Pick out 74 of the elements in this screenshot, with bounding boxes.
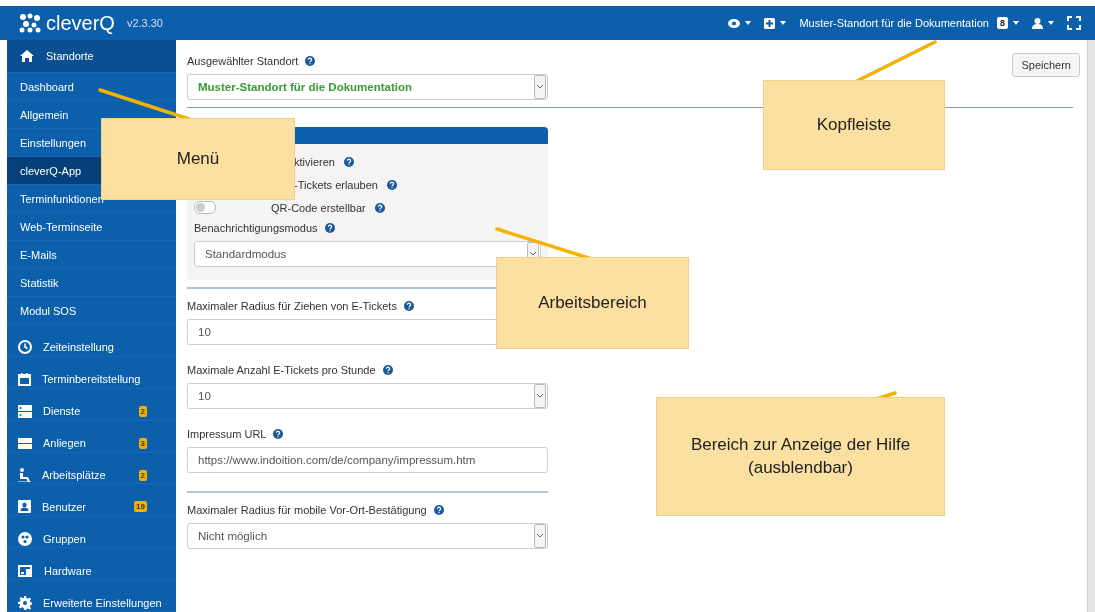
chevron-icon [534,75,546,99]
wheelchair-icon [18,468,31,482]
caret-icon[interactable] [745,21,752,25]
chevron-icon [534,524,546,548]
caret-icon[interactable] [1013,21,1019,25]
callout-tooltip: Bereich zur Anzeige der Hilfe (ausblendbar) [656,397,945,516]
sidebar-item[interactable]: Dienste 2 [7,388,176,421]
sidebar-item[interactable]: Statistik [7,269,176,297]
callout-tooltip: Arbeitsbereich [496,257,689,349]
caret-icon[interactable] [1048,21,1054,25]
help-icon[interactable] [343,156,354,167]
toggle-switch[interactable] [194,201,216,214]
toggle-label: -Tickets erlauben [294,178,378,191]
sidebar-item[interactable]: Modul SOS [7,297,176,325]
server-icon [18,404,32,418]
field-label: Maximaler Radius für Ziehen von E-Tickets [187,300,397,312]
toggle-label: ktivieren [294,155,335,168]
app-name: cleverQ [46,11,115,35]
field-label: Benachrichtigungsmodus [194,222,318,234]
count-badge: 3 [138,437,147,449]
version-label: v2.3.30 [126,17,163,29]
caret-icon[interactable] [780,21,787,25]
help-icon[interactable] [403,301,414,311]
scrollbar[interactable] [1087,40,1095,612]
plus-icon[interactable] [764,17,776,29]
save-button[interactable]: Speichern [1012,53,1080,77]
sidebar-item[interactable]: Anliegen 3 [7,420,176,453]
help-icon[interactable] [374,202,385,213]
list-icon [18,437,32,449]
select-field[interactable]: Nicht möglich [187,523,548,549]
chevron-icon [534,384,546,408]
help-icon[interactable] [273,429,284,439]
sidebar-item[interactable]: Dashboard [7,73,176,101]
help-icon[interactable] [305,56,316,66]
callout-tooltip: Kopfleiste [763,80,945,170]
sidebar-item[interactable]: E-Mails [7,241,176,269]
clock-icon [18,340,32,355]
sidebar-item[interactable]: Standorte [7,40,176,73]
sidebar-item[interactable]: Gruppen [7,516,176,549]
count-badge: 2 [138,469,147,481]
sidebar-item[interactable]: Terminbereitstellung [7,356,176,389]
sidebar-item[interactable]: Hardware [7,548,176,581]
callout-tooltip: Menü [101,118,295,200]
field-label: Impressum URL [187,428,267,440]
sidebar-item[interactable]: Zeiteinstellung [7,325,176,357]
mode-select[interactable]: Standardmodus [194,241,541,267]
input-field[interactable]: https://www.indoition.com/de/company/impressum.htm [187,447,548,473]
help-icon[interactable] [386,179,397,190]
field-label: Ausgewählter Standort [187,55,299,67]
location-link[interactable]: Muster-Standort für die Dokumentation [799,17,989,29]
home-icon [20,50,34,62]
group-icon [18,531,32,546]
select-field[interactable]: 10 [187,383,548,409]
field-label: Maximaler Radius für mobile Vor-Ort-Bestätigung [187,504,427,516]
help-icon[interactable] [382,365,393,375]
user-icon[interactable] [1032,17,1043,29]
eye-icon[interactable] [728,18,741,28]
notification-badge[interactable]: 8 [997,17,1008,29]
count-badge: 19 [134,501,147,513]
field-label: Maximale Anzahl E-Tickets pro Stunde [187,364,376,376]
sidebar-item[interactable]: Benutzer 19 [7,484,176,517]
location-select[interactable]: Muster-Standort für die Dokumentation [187,74,548,100]
sidebar-item[interactable]: Erweiterte Einstellungen [7,580,176,612]
count-badge: 2 [138,405,147,417]
toggle-label: QR-Code erstellbar [271,201,366,214]
help-icon[interactable] [324,223,335,233]
user-card-icon [18,500,31,514]
fullscreen-icon[interactable] [1067,16,1081,30]
logo-icon [18,13,42,33]
sidebar-item[interactable]: Arbeitsplätze 2 [7,452,176,485]
help-icon[interactable] [433,505,444,515]
sidebar-item[interactable]: Web-Terminseite [7,213,176,241]
calendar-icon [18,372,31,386]
devices-icon [18,564,33,577]
